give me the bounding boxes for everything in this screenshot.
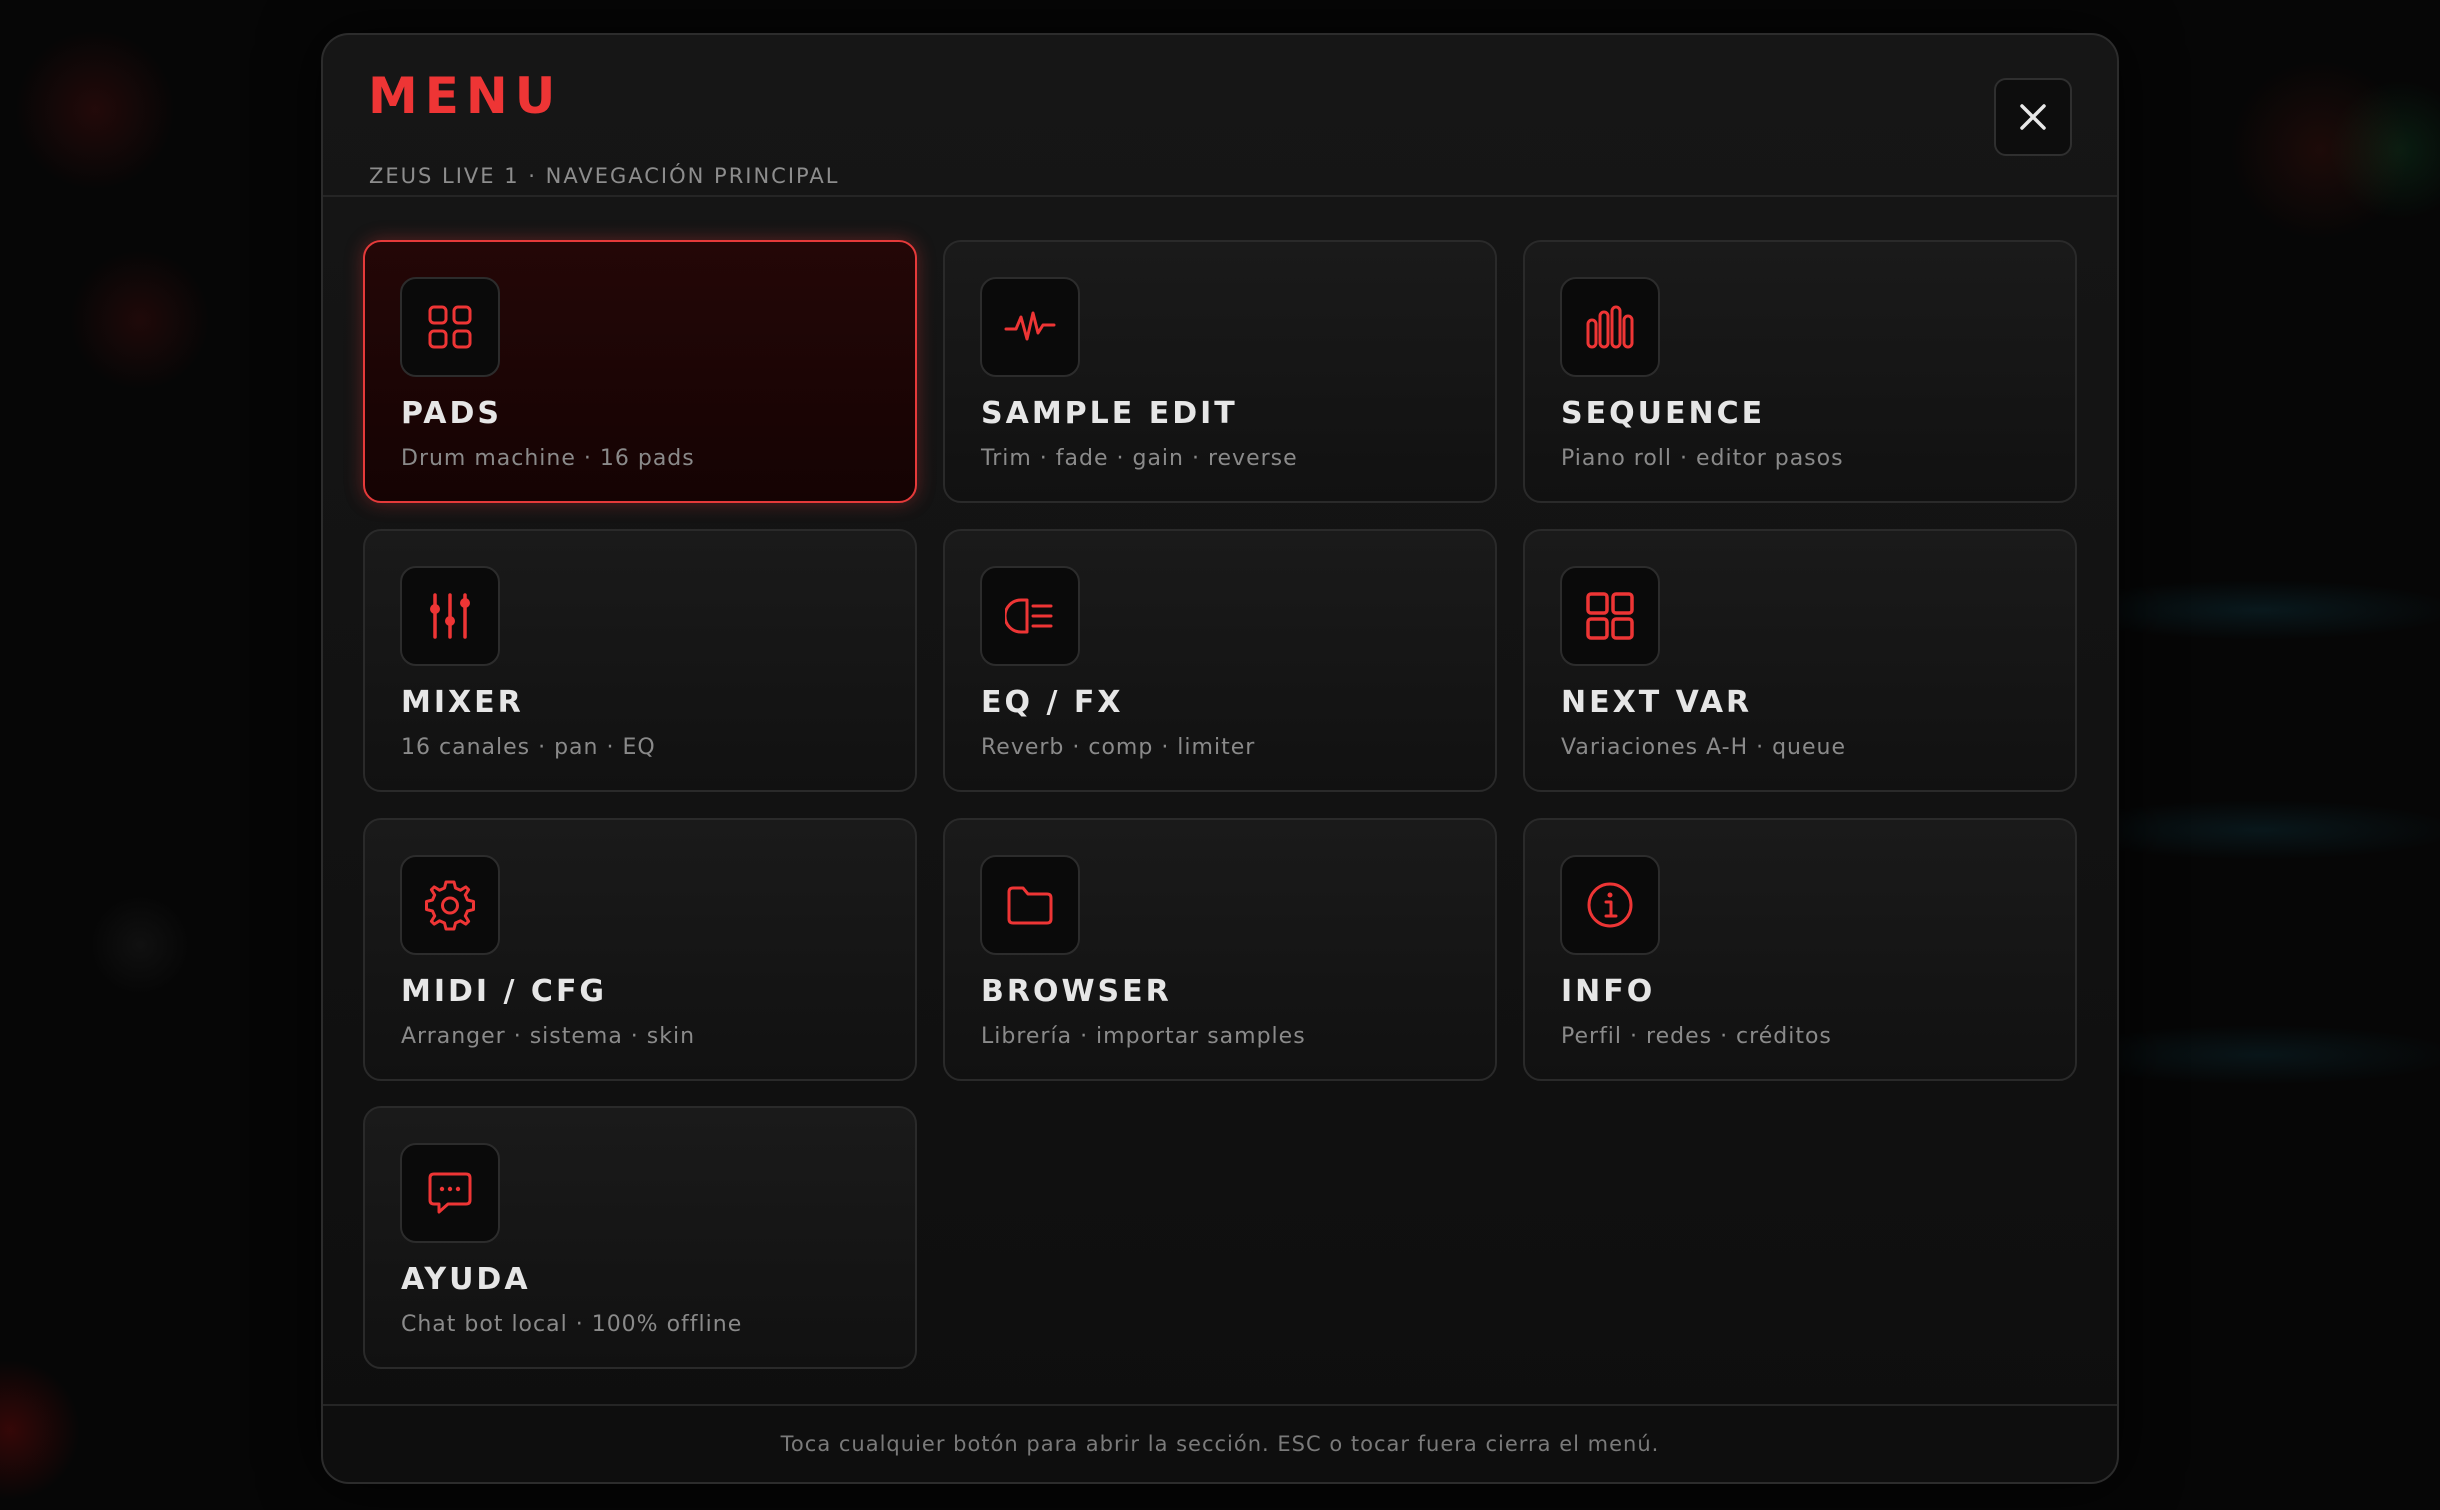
waveform-icon (1004, 311, 1056, 341)
menu-header: MENU ZEUS LIVE 1 · NAVEGACIÓN PRINCIPAL (323, 35, 2117, 197)
menu-item-info[interactable]: INFO Perfil · redes · créditos (1523, 818, 2077, 1081)
menu-item-label: MIDI / CFG (401, 974, 608, 1009)
menu-item-desc: Librería · importar samples (981, 1024, 1306, 1049)
menu-item-desc: Trim · fade · gain · reverse (981, 446, 1298, 471)
close-button[interactable] (1994, 78, 2072, 156)
menu-item-ayuda[interactable]: AYUDA Chat bot local · 100% offline (363, 1106, 917, 1369)
menu-item-desc: Drum machine · 16 pads (401, 446, 695, 471)
menu-item-label: EQ / FX (981, 685, 1124, 720)
eq-fx-icon (1005, 598, 1053, 634)
menu-item-desc: Perfil · redes · créditos (1561, 1024, 1832, 1049)
sliders-icon (430, 593, 470, 639)
menu-item-label: MIXER (401, 685, 524, 720)
gear-icon (425, 880, 475, 931)
info-icon (1587, 882, 1633, 928)
chat-icon (428, 1172, 472, 1214)
menu-item-sequence[interactable]: SEQUENCE Piano roll · editor pasos (1523, 240, 2077, 503)
bars-icon (1586, 305, 1634, 349)
menu-item-eq-fx[interactable]: EQ / FX Reverb · comp · limiter (943, 529, 1497, 792)
menu-item-desc: 16 canales · pan · EQ (401, 735, 656, 760)
menu-item-label: AYUDA (401, 1262, 531, 1297)
menu-item-label: SAMPLE EDIT (981, 396, 1238, 431)
folder-icon (1007, 886, 1053, 925)
menu-item-desc: Chat bot local · 100% offline (401, 1312, 743, 1337)
menu-item-label: PADS (401, 396, 502, 431)
menu-item-browser[interactable]: BROWSER Librería · importar samples (943, 818, 1497, 1081)
menu-item-midi-cfg[interactable]: MIDI / CFG Arranger · sistema · skin (363, 818, 917, 1081)
close-icon (2020, 104, 2046, 130)
menu-item-label: INFO (1561, 974, 1656, 1009)
menu-title: MENU (368, 67, 563, 125)
menu-footer: Toca cualquier botón para abrir la secci… (323, 1404, 2117, 1482)
grid-icon (428, 305, 472, 349)
menu-item-desc: Reverb · comp · limiter (981, 735, 1256, 760)
menu-item-next-var[interactable]: NEXT VAR Variaciones A-H · queue (1523, 529, 2077, 792)
menu-modal: MENU ZEUS LIVE 1 · NAVEGACIÓN PRINCIPAL … (321, 33, 2119, 1484)
menu-item-desc: Arranger · sistema · skin (401, 1024, 696, 1049)
layout-grid-icon (1586, 592, 1634, 640)
menu-subtitle: ZEUS LIVE 1 · NAVEGACIÓN PRINCIPAL (369, 164, 840, 188)
footer-hint: Toca cualquier botón para abrir la secci… (780, 1432, 1660, 1456)
menu-item-sample-edit[interactable]: SAMPLE EDIT Trim · fade · gain · reverse (943, 240, 1497, 503)
menu-item-label: BROWSER (981, 974, 1172, 1009)
menu-item-label: NEXT VAR (1561, 685, 1753, 720)
menu-item-pads[interactable]: PADS Drum machine · 16 pads (363, 240, 917, 503)
menu-item-mixer[interactable]: MIXER 16 canales · pan · EQ (363, 529, 917, 792)
menu-item-desc: Piano roll · editor pasos (1561, 446, 1844, 471)
menu-item-desc: Variaciones A-H · queue (1561, 735, 1847, 760)
menu-item-label: SEQUENCE (1561, 396, 1766, 431)
